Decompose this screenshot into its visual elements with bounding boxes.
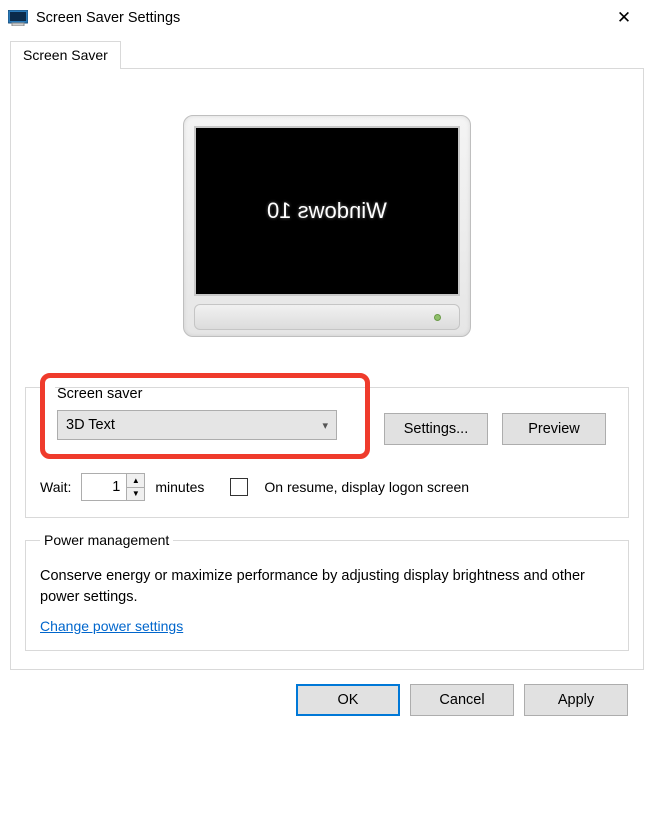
- close-button[interactable]: ✕: [602, 8, 646, 28]
- cancel-button[interactable]: Cancel: [410, 684, 514, 716]
- title-bar: Screen Saver Settings ✕: [0, 0, 654, 36]
- screensaver-dropdown[interactable]: 3D Text ▾: [57, 410, 337, 440]
- preview-button[interactable]: Preview: [502, 413, 606, 445]
- preview-screen: Windows 10: [194, 126, 460, 296]
- chevron-down-icon: ▾: [322, 419, 328, 432]
- change-power-settings-link[interactable]: Change power settings: [40, 618, 183, 634]
- power-led-icon: [434, 314, 441, 321]
- monitor-graphic: Windows 10: [183, 115, 471, 337]
- power-text: Conserve energy or maximize performance …: [40, 566, 614, 608]
- resume-label: On resume, display logon screen: [264, 479, 469, 495]
- preview-text: Windows 10: [267, 198, 387, 224]
- minutes-label: minutes: [155, 479, 204, 495]
- tab-panel: Windows 10 x Screen saver 3D Text ▾ Sett…: [10, 68, 644, 670]
- apply-button[interactable]: Apply: [524, 684, 628, 716]
- window-title: Screen Saver Settings: [36, 10, 602, 26]
- wait-input[interactable]: [82, 474, 126, 500]
- dialog-footer: OK Cancel Apply: [10, 670, 644, 716]
- ok-button[interactable]: OK: [296, 684, 400, 716]
- screensaver-group: x Screen saver 3D Text ▾ Settings... Pre…: [25, 379, 629, 518]
- spin-down-icon[interactable]: ▼: [127, 488, 144, 501]
- screensaver-selected: 3D Text: [66, 417, 322, 433]
- screensaver-group-label: Screen saver: [57, 386, 353, 402]
- monitor-icon: [8, 10, 28, 26]
- preview-area: Windows 10: [25, 83, 629, 365]
- resume-checkbox[interactable]: [230, 478, 248, 496]
- screensaver-highlight: Screen saver 3D Text ▾: [40, 373, 370, 459]
- tab-screen-saver[interactable]: Screen Saver: [10, 41, 121, 69]
- spin-up-icon[interactable]: ▲: [127, 474, 144, 488]
- power-group: Power management Conserve energy or maxi…: [25, 532, 629, 651]
- monitor-bezel: [194, 304, 460, 330]
- power-group-label: Power management: [40, 532, 173, 548]
- wait-spinbox[interactable]: ▲ ▼: [81, 473, 145, 501]
- wait-label: Wait:: [40, 479, 71, 495]
- settings-button[interactable]: Settings...: [384, 413, 488, 445]
